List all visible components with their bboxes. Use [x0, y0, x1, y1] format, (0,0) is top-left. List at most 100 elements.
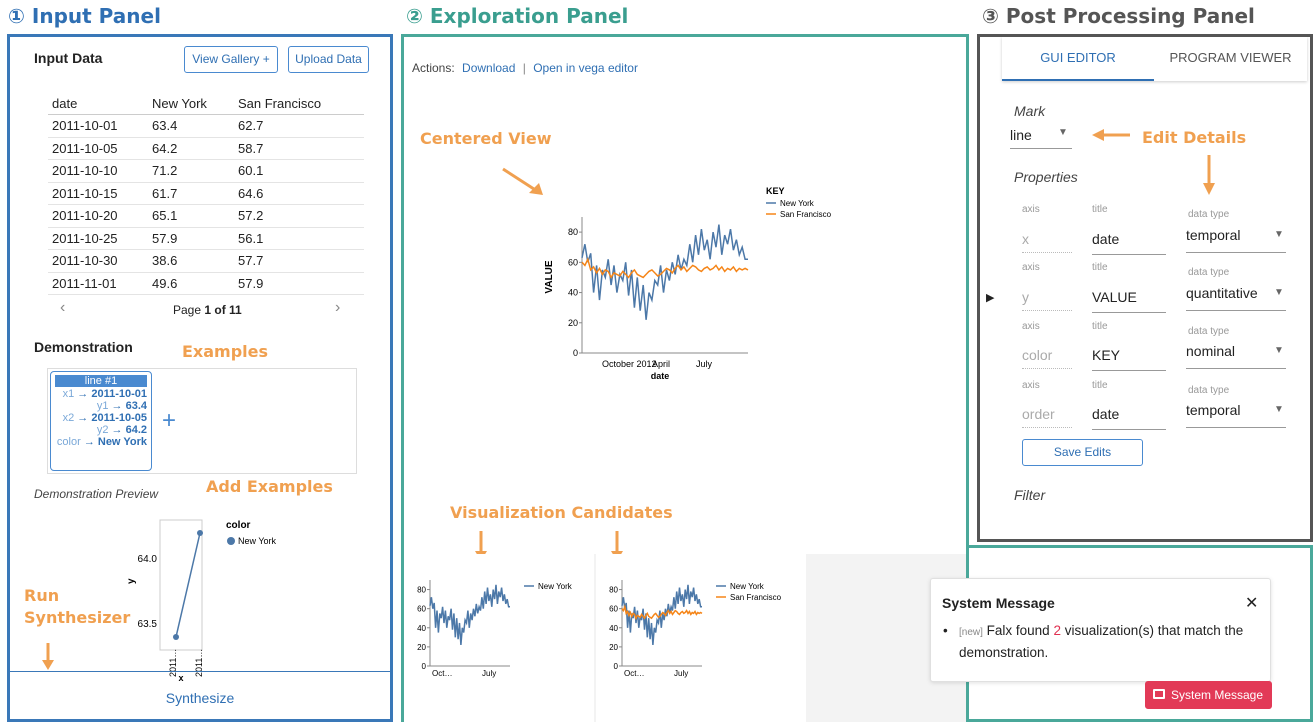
title-input-x[interactable]: date: [1092, 231, 1166, 255]
table-row: 2011-11-01 49.6 57.9: [48, 272, 364, 295]
preview-y-tick: 63.5: [138, 619, 158, 630]
demo-key: x1: [62, 388, 75, 400]
upload-data-button[interactable]: Upload Data: [288, 46, 369, 73]
table-row: 2011-10-20 65.1 57.2: [48, 204, 364, 228]
filter-label: Filter: [1014, 487, 1046, 503]
y-tick-label: 60: [417, 605, 426, 614]
table-cell: 2011-10-10: [48, 159, 148, 183]
main-x-tick: July: [696, 359, 713, 369]
properties-label: Properties: [1014, 169, 1078, 185]
demo-value: New York: [97, 436, 147, 448]
cand1-x-tick: Oct…: [432, 669, 452, 678]
title-input-color[interactable]: KEY: [1092, 347, 1166, 371]
post-processing-panel: GUI EDITOR PROGRAM VIEWER Mark line ▼ Edi…: [977, 34, 1313, 542]
title-input-order[interactable]: date: [1092, 406, 1166, 430]
axis-caption: axis: [1022, 262, 1040, 273]
page-total: 11: [229, 303, 242, 317]
tab-gui-editor[interactable]: GUI EDITOR: [1002, 37, 1154, 81]
table-cell: 63.4: [148, 114, 234, 138]
add-examples-annotation: Add Examples: [206, 477, 333, 496]
actions-label: Actions:: [412, 61, 455, 75]
cand2-x-tick: Oct…: [624, 669, 644, 678]
table-cell: 2011-11-01: [48, 272, 148, 295]
demo-example-card[interactable]: line #1 x1 → 2011-10-01 y1 → 63.4 x2 → 2…: [50, 371, 152, 471]
arrow-icon: →: [77, 412, 89, 424]
table-cell: 61.7: [148, 182, 234, 205]
tab-program-viewer[interactable]: PROGRAM VIEWER: [1154, 37, 1307, 81]
main-x-tick: April: [652, 359, 670, 369]
title-caption: title: [1092, 321, 1108, 332]
main-legend-item-sf: San Francisco: [780, 210, 832, 219]
exploration-panel: Actions: Download | Open in vega editor …: [401, 34, 1272, 722]
table-cell: 57.9: [148, 227, 234, 250]
demo-line: y1 → 63.4: [55, 400, 147, 412]
visualization-candidates-annotation: Visualization Candidates: [450, 503, 673, 522]
preview-legend-title: color: [226, 520, 251, 531]
table-cell: 2011-10-05: [48, 137, 148, 160]
candidate-chart-1: Oct… July New York 0 20 40 60 80: [417, 580, 573, 678]
y-tick-label: 20: [568, 318, 578, 328]
main-legend-title: KEY: [766, 186, 785, 196]
actions-bar: Actions: Download | Open in vega editor: [412, 61, 638, 75]
type-select-x[interactable]: temporal ▼: [1186, 227, 1286, 253]
examples-annotation: Examples: [182, 342, 269, 361]
edit-details-annotation: Edit Details: [1142, 128, 1247, 147]
add-example-button[interactable]: +: [162, 407, 176, 435]
y-tick-label: 40: [568, 288, 578, 298]
preview-legend-item: New York: [238, 536, 277, 546]
mark-select[interactable]: line ▼: [1010, 127, 1072, 149]
system-message-button-label: System Message: [1171, 688, 1264, 702]
table-row: 2011-10-01 63.4 62.7: [48, 114, 364, 138]
arrow-icon: →: [83, 436, 95, 448]
y-tick-label: 60: [609, 605, 618, 614]
y-tick-label: 40: [609, 624, 618, 633]
demonstration-preview-chart: y 64.0 63.5 2011… 2011… x color New York: [126, 519, 277, 682]
demo-key: y2: [96, 424, 109, 436]
open-vega-editor-link[interactable]: Open in vega editor: [533, 61, 638, 75]
title-input-y[interactable]: VALUE: [1092, 289, 1166, 313]
input-data-table: date New York San Francisco 2011-10-01 63…: [48, 92, 364, 295]
download-link[interactable]: Download: [462, 61, 515, 75]
title-caption: title: [1092, 204, 1108, 215]
prev-page-icon[interactable]: ‹: [60, 299, 65, 317]
input-data-heading: Input Data: [34, 50, 103, 66]
chat-icon: [1153, 689, 1165, 699]
preview-y-axis-label: y: [126, 578, 137, 584]
type-value: nominal: [1186, 343, 1236, 359]
preview-line: [175, 532, 201, 638]
demo-value: 2011-10-01: [91, 388, 147, 400]
next-page-icon[interactable]: ›: [335, 299, 340, 317]
type-select-y[interactable]: quantitative ▼: [1186, 285, 1286, 311]
save-edits-button[interactable]: Save Edits: [1022, 439, 1143, 466]
y-tick-label: 0: [422, 662, 427, 671]
view-gallery-button[interactable]: View Gallery +: [184, 46, 278, 73]
type-select-order[interactable]: temporal ▼: [1186, 402, 1286, 428]
mark-label: Mark: [1014, 103, 1046, 119]
chevron-down-icon: ▼: [1274, 404, 1284, 415]
synthesize-button[interactable]: Synthesize: [10, 690, 390, 706]
table-row: 2011-10-30 38.6 57.7: [48, 249, 364, 273]
series-line-new-york: [429, 584, 510, 646]
demonstration-preview-label: Demonstration Preview: [34, 487, 159, 501]
y-tick-label: 60: [568, 257, 578, 267]
y-tick-label: 80: [417, 586, 426, 595]
type-select-color[interactable]: nominal ▼: [1186, 343, 1286, 369]
table-row: 2011-10-25 57.9 56.1: [48, 227, 364, 250]
cand2-legend-item-ny: New York: [730, 582, 765, 591]
demo-line: y2 → 64.2: [55, 424, 147, 436]
run-annotation-line1: Run: [24, 586, 60, 605]
table-row: 2011-10-05 64.2 58.7: [48, 137, 364, 160]
table-cell: 64.6: [234, 182, 364, 205]
preview-plot-frame: [159, 519, 203, 651]
centered-view-annotation: Centered View: [420, 129, 552, 148]
mark-value: line: [1010, 127, 1032, 143]
input-panel-title: ① Input Panel: [8, 4, 161, 28]
system-message-button[interactable]: System Message: [1145, 681, 1272, 709]
caret-right-icon: ▶: [986, 292, 995, 304]
preview-x-tick: 2011…: [194, 649, 204, 677]
y-tick-label: 20: [417, 643, 426, 652]
table-cell: 65.1: [148, 204, 234, 228]
edit-down-arrow-icon: [1203, 155, 1215, 195]
y-tick-label: 0: [573, 348, 578, 358]
main-x-tick: October 2012: [602, 359, 657, 369]
